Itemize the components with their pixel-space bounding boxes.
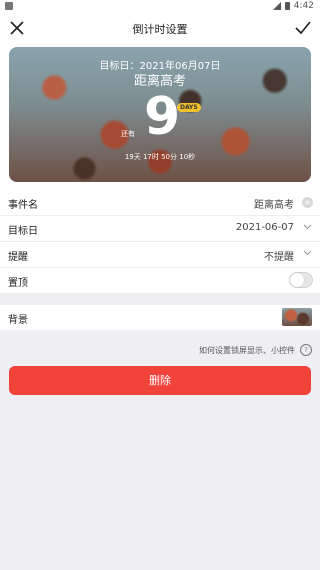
days-badge: DAYS bbox=[177, 103, 201, 112]
pin-row: 置顶 bbox=[0, 268, 320, 294]
app-notification-icon bbox=[5, 2, 13, 10]
page-title: 倒计时设置 bbox=[132, 23, 188, 36]
status-bar: 4:42 bbox=[0, 0, 320, 13]
remaining-prefix: 还有 bbox=[121, 130, 135, 138]
chevron-down-icon bbox=[303, 250, 312, 256]
days-number: 9 bbox=[144, 87, 181, 147]
reminder-value: 不提醒 bbox=[264, 252, 294, 263]
background-label: 背景 bbox=[8, 315, 28, 326]
event-name-label: 事件名 bbox=[8, 200, 38, 211]
status-indicators: 4:42 bbox=[272, 1, 314, 11]
event-name-row[interactable]: 事件名 距离高考 × bbox=[0, 190, 320, 216]
countdown-preview-card: 目标日：2021年06月07日 距离高考 还有 9 DAYS 19天 17时 5… bbox=[9, 47, 311, 182]
clock: 4:42 bbox=[293, 1, 314, 11]
event-name-input[interactable]: 距离高考 bbox=[254, 196, 294, 211]
preview-area: 目标日：2021年06月07日 距离高考 还有 9 DAYS 19天 17时 5… bbox=[0, 43, 320, 190]
target-date-row[interactable]: 目标日 2021-06-07 bbox=[0, 216, 320, 242]
clear-icon[interactable]: × bbox=[302, 197, 313, 208]
toggle-knob bbox=[290, 273, 304, 287]
reminder-label: 提醒 bbox=[8, 252, 28, 263]
help-text[interactable]: 如何设置锁屏显示、小控件 bbox=[199, 345, 295, 356]
target-date-label: 目标日 bbox=[8, 226, 38, 237]
top-bar: 倒计时设置 bbox=[0, 13, 320, 43]
confirm-check-icon[interactable] bbox=[294, 19, 312, 37]
background-thumbnail[interactable] bbox=[282, 308, 312, 326]
question-icon[interactable]: ? bbox=[300, 344, 312, 356]
settings-form: 事件名 距离高考 × 目标日 2021-06-07 提醒 不提醒 置顶 bbox=[0, 190, 320, 294]
delete-button[interactable]: 删除 bbox=[9, 366, 311, 395]
pin-toggle[interactable] bbox=[289, 272, 313, 288]
target-date-value: 2021-06-07 bbox=[235, 222, 294, 233]
signal-icon bbox=[272, 2, 281, 10]
countdown-detail: 19天 17时 50分 10秒 bbox=[124, 153, 196, 161]
chevron-down-icon bbox=[303, 224, 312, 230]
reminder-row[interactable]: 提醒 不提醒 bbox=[0, 242, 320, 268]
pin-label: 置顶 bbox=[8, 278, 28, 289]
background-row[interactable]: 背景 bbox=[0, 305, 320, 330]
battery-icon bbox=[284, 2, 290, 10]
help-link[interactable]: 如何设置锁屏显示、小控件 ? bbox=[199, 344, 312, 356]
